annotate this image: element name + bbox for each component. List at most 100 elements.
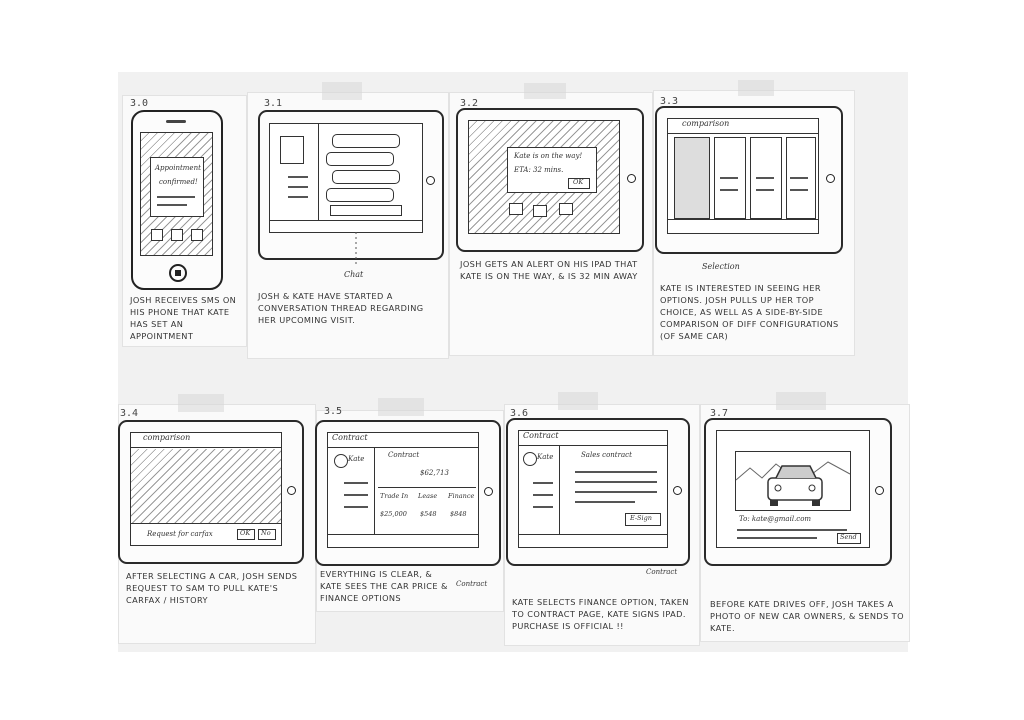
- ipad-home-button[interactable]: [673, 486, 682, 495]
- phone-screen: Appointment confirmed!: [140, 132, 213, 256]
- list-line: [288, 186, 308, 188]
- tape: [558, 392, 598, 410]
- list-line: [344, 494, 368, 496]
- chat-sidebar: [270, 124, 319, 220]
- ipad-home-button[interactable]: [287, 486, 296, 495]
- list-line: [533, 494, 553, 496]
- tab-bar: [270, 220, 422, 232]
- sms-line-2: confirmed!: [159, 178, 198, 186]
- list-line: [533, 482, 553, 484]
- send-button[interactable]: Send: [837, 533, 861, 544]
- message-line: [737, 529, 847, 531]
- panel-number: 3.0: [130, 98, 149, 109]
- request-text: Request for carfax: [147, 530, 213, 538]
- alert-dialog: Kate is on the way! ETA: 32 mins. OK: [507, 147, 597, 193]
- spec-line: [790, 177, 808, 179]
- ipad-home-button[interactable]: [875, 486, 884, 495]
- no-button[interactable]: No: [258, 529, 276, 540]
- chat-annotation-line: [355, 232, 357, 266]
- lease-label: Lease: [418, 492, 438, 500]
- chat-annotation: Chat: [344, 270, 364, 279]
- ipad-sketch: [258, 110, 444, 260]
- sms-text-line: [157, 196, 195, 198]
- spec-line: [790, 189, 808, 191]
- recipient-text[interactable]: To: kate@gmail.com: [739, 515, 811, 523]
- customer-name: Kate: [348, 455, 365, 463]
- ipad-screen: To: kate@gmail.com Send: [716, 430, 870, 548]
- options-row: Trade In $25,000 Lease $548 Finance $848: [378, 487, 476, 526]
- alert-ok-label: OK: [573, 178, 584, 186]
- ipad-sketch: comparison Request for carfax OK No: [118, 420, 304, 564]
- esign-label: E-Sign: [630, 514, 652, 522]
- chat-bubble: [332, 134, 400, 148]
- dimmed-comparison: [131, 449, 281, 523]
- tab-bar: [668, 219, 818, 232]
- contract-text-line: [575, 501, 635, 503]
- sms-text-line: [157, 204, 187, 206]
- panel-caption: EVERYTHING IS CLEAR, & KATE SEES THE CAR…: [320, 569, 448, 603]
- car-price: $62,713: [420, 469, 449, 477]
- ipad-screen: Kate is on the way! ETA: 32 mins. OK: [468, 120, 620, 234]
- title-divider: [131, 447, 281, 448]
- screen-title: Contract: [332, 433, 368, 442]
- ipad-sketch: Kate is on the way! ETA: 32 mins. OK: [456, 108, 644, 252]
- panel-number: 3.4: [120, 408, 139, 419]
- tab-bar: [519, 534, 667, 547]
- phone-app-icon: [151, 229, 163, 241]
- finance-value[interactable]: $848: [450, 510, 467, 518]
- contract-text-line: [575, 471, 657, 473]
- trade-in-value: $25,000: [380, 510, 407, 518]
- screen-title: comparison: [682, 119, 730, 128]
- chat-input[interactable]: [330, 205, 402, 216]
- phone-app-icon: [171, 229, 183, 241]
- sales-contract-title: Sales contract: [581, 451, 632, 459]
- tape: [322, 82, 362, 100]
- alert-ok-button[interactable]: OK: [568, 178, 590, 189]
- phone-home-button[interactable]: [169, 264, 187, 282]
- tab-bar: [328, 534, 478, 547]
- list-line: [344, 482, 368, 484]
- contract-annotation: Contract: [646, 568, 678, 576]
- app-icon: [559, 203, 573, 215]
- esign-button[interactable]: E-Sign: [625, 513, 661, 526]
- ipad-screen: Contract Kate Contract $62,713 Trade In …: [327, 432, 479, 548]
- chat-bubble: [332, 170, 400, 184]
- ipad-screen: [269, 123, 423, 233]
- request-bar: Request for carfax OK No: [131, 523, 281, 545]
- phone-app-icon: [191, 229, 203, 241]
- tape: [738, 80, 774, 96]
- phone-sketch: Appointment confirmed!: [131, 110, 223, 290]
- panel-caption: JOSH RECEIVES SMS ON HIS PHONE THAT KATE…: [130, 295, 237, 341]
- tape: [524, 83, 566, 99]
- panel-caption: KATE SELECTS FINANCE OPTION, TAKEN TO CO…: [512, 597, 689, 631]
- ipad-home-button[interactable]: [426, 176, 435, 185]
- panel-caption: JOSH GETS AN ALERT ON HIS IPAD THAT KATE…: [460, 259, 638, 281]
- car-photo: [735, 461, 851, 506]
- customer-name: Kate: [537, 453, 554, 461]
- lease-value: $548: [420, 510, 437, 518]
- ipad-sketch: comparison: [655, 106, 843, 254]
- chat-bubble: [326, 152, 394, 166]
- alert-message: Kate is on the way!: [514, 152, 583, 160]
- ipad-home-button[interactable]: [484, 487, 493, 496]
- customer-avatar: [523, 452, 537, 466]
- customer-avatar: [334, 454, 348, 468]
- ok-button[interactable]: OK: [237, 529, 255, 540]
- phone-speaker: [166, 120, 186, 123]
- panel-number: 3.1: [264, 98, 283, 109]
- ipad-home-button[interactable]: [826, 174, 835, 183]
- customer-sidebar: Kate: [328, 448, 375, 534]
- chat-thread: [326, 128, 416, 218]
- app-icon: [533, 205, 547, 217]
- ipad-home-button[interactable]: [627, 174, 636, 183]
- spec-line: [756, 189, 774, 191]
- ipad-screen: Contract Kate Sales contract E-Sign: [518, 430, 668, 548]
- list-line: [288, 176, 308, 178]
- list-line: [288, 196, 308, 198]
- ok-label: OK: [240, 529, 251, 537]
- car-column: [674, 137, 710, 219]
- panel-caption: BEFORE KATE DRIVES OFF, JOSH TAKES A PHO…: [710, 599, 904, 633]
- ipad-screen: comparison Request for carfax OK No: [130, 432, 282, 546]
- panel-number: 3.5: [324, 406, 343, 417]
- contract-text-line: [575, 491, 657, 493]
